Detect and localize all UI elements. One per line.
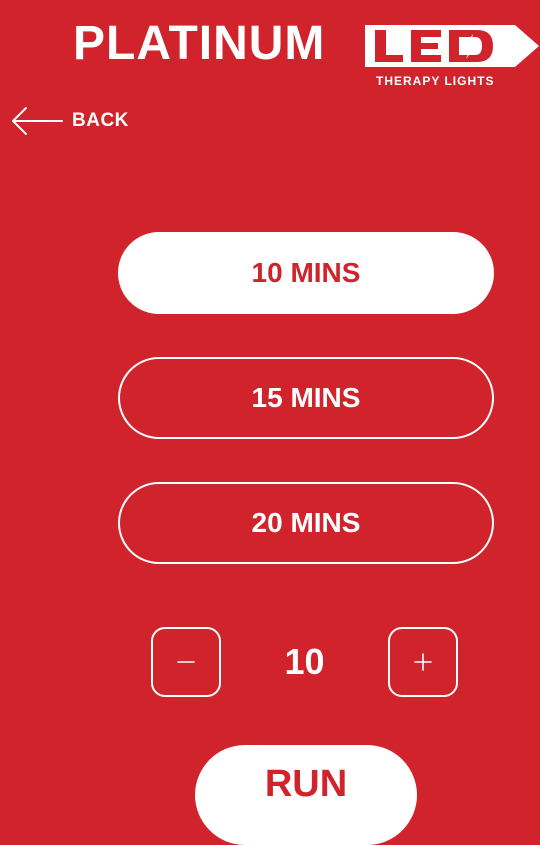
logo-tagline: THERAPY LIGHTS [376,74,495,88]
option-10-mins-button[interactable]: 10 MINS [118,232,494,314]
option-20-mins-button[interactable]: 20 MINS [118,482,494,564]
option-label: 20 MINS [251,507,361,538]
minus-icon [177,661,195,663]
back-label: BACK [72,110,129,131]
option-label: 10 MINS [251,257,361,288]
brand-logo: PLATINUM THERAPY LIGHTS [73,18,540,90]
minutes-value: 10 [284,641,325,682]
logo-led-badge [365,25,539,67]
option-label: 15 MINS [251,382,361,413]
back-button[interactable]: BACK [10,106,129,136]
decrement-button[interactable] [151,627,221,697]
run-button[interactable]: RUN [195,745,417,845]
run-label: RUN [264,763,348,805]
increment-button[interactable] [388,627,458,697]
plus-icon [414,653,432,671]
arrow-left-icon [12,107,63,135]
logo-wordmark: PLATINUM [73,17,326,70]
option-15-mins-button[interactable]: 15 MINS [118,357,494,439]
